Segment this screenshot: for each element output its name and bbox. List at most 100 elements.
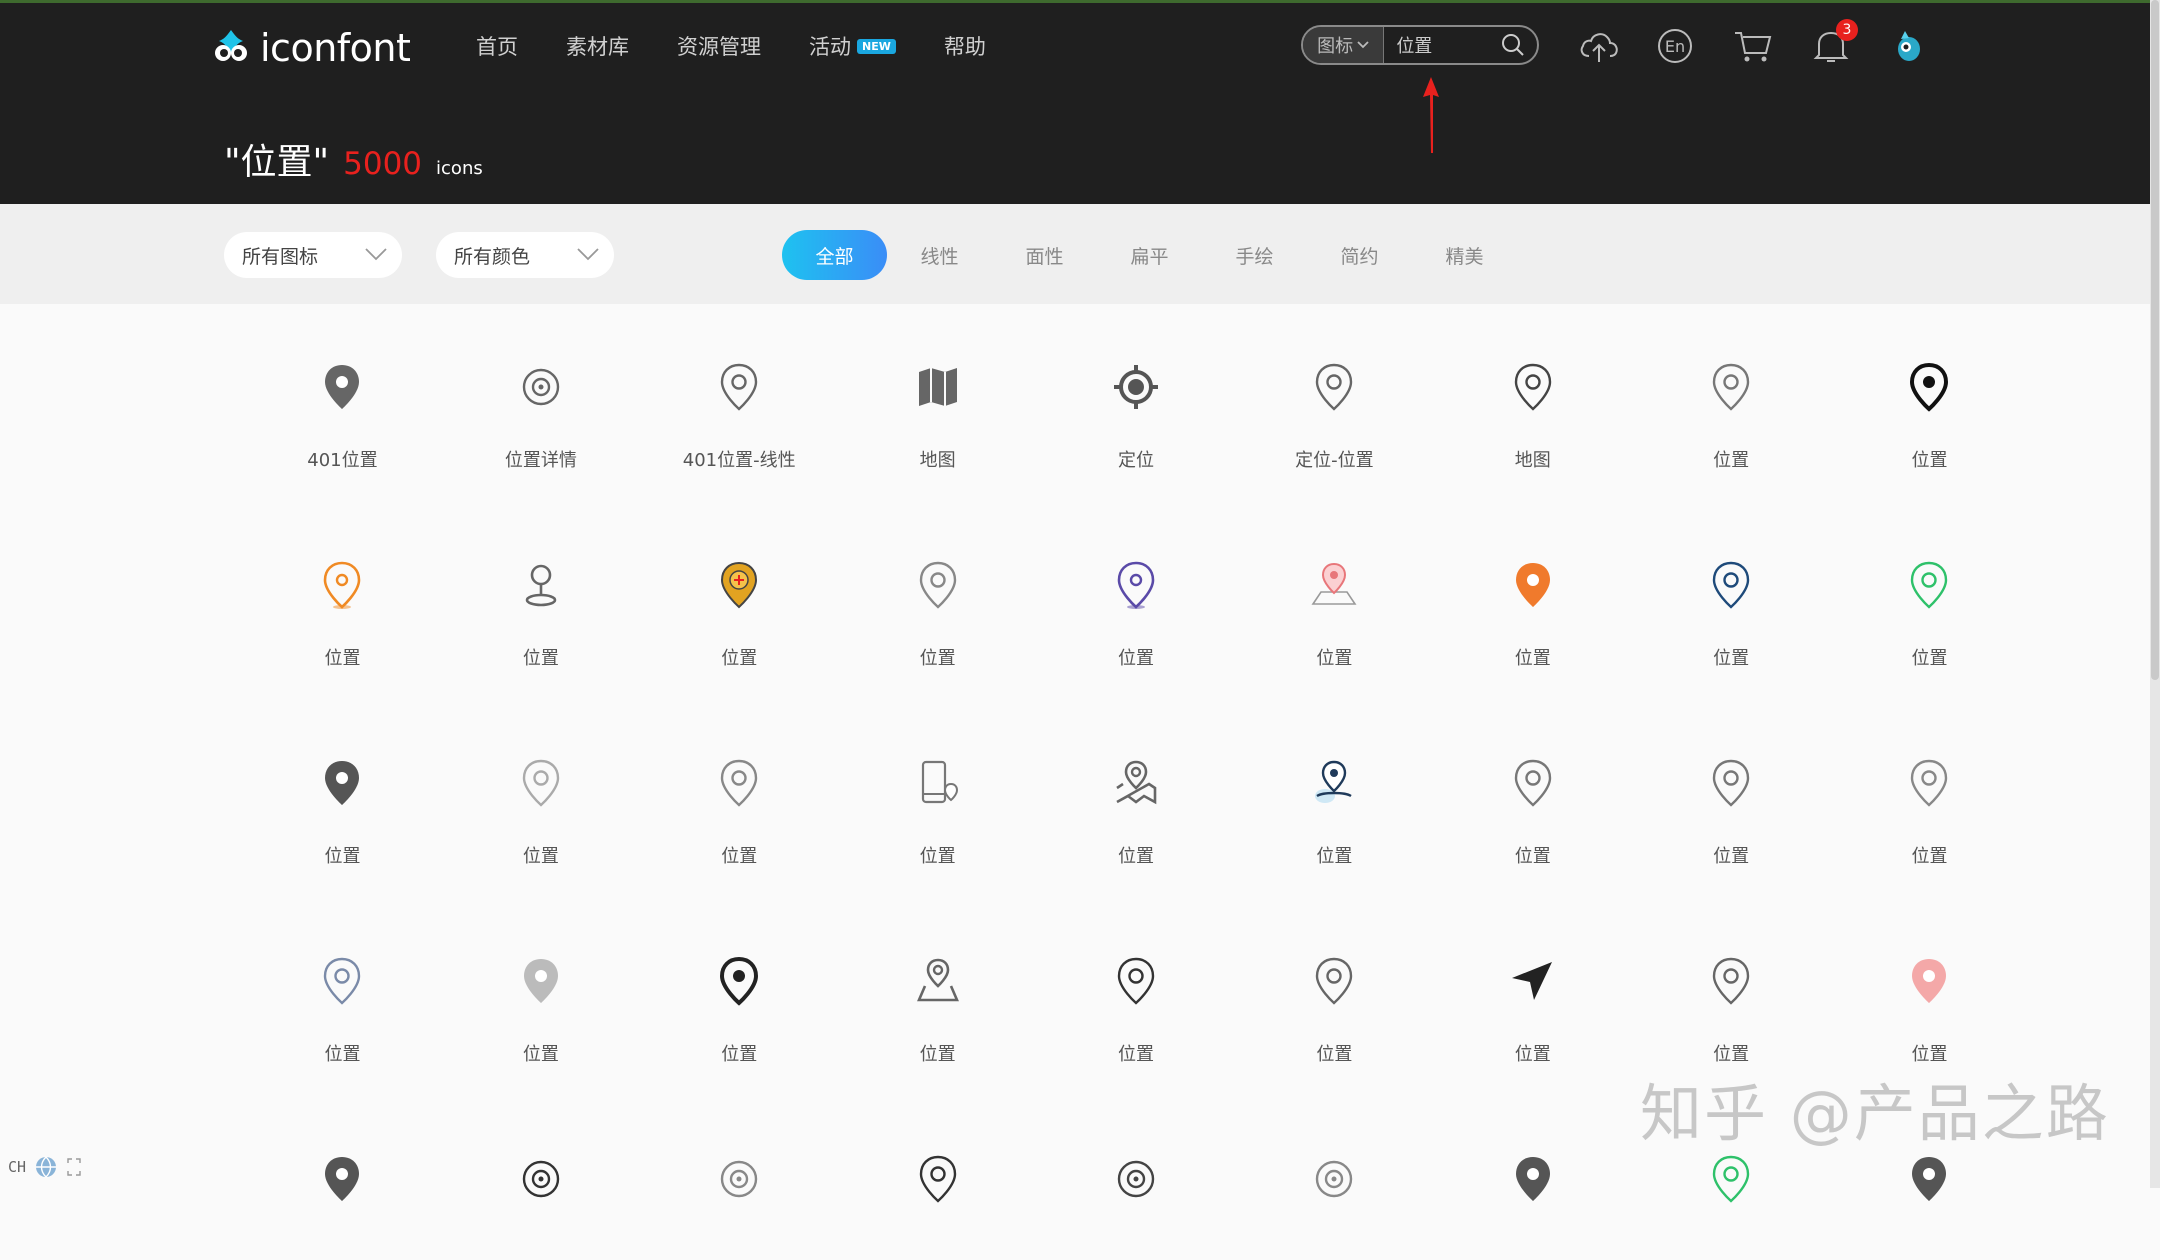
map-pin-outline-icon bbox=[1111, 956, 1161, 1006]
scrollbar-thumb[interactable] bbox=[2151, 0, 2159, 680]
icon-label: 位置 bbox=[522, 648, 559, 669]
icon-card[interactable]: 位置 bbox=[1434, 506, 1632, 669]
icon-card[interactable]: 位置 bbox=[1632, 506, 1830, 669]
icon-label: 位置 bbox=[1514, 846, 1551, 867]
icon-card[interactable]: 地图 bbox=[839, 308, 1037, 471]
ime-indicator[interactable]: CH bbox=[8, 1155, 82, 1179]
search-type-select[interactable]: 图标 bbox=[1303, 27, 1385, 63]
icon-label: 位置 bbox=[1911, 846, 1948, 867]
map-pin-outline-icon bbox=[1508, 758, 1558, 808]
icon-card[interactable]: 位置 bbox=[1830, 902, 2028, 1065]
icon-card[interactable]: 位置 bbox=[839, 704, 1037, 867]
chevron-down-icon bbox=[365, 248, 387, 261]
icon-label: 位置 bbox=[721, 846, 758, 867]
nav-resource-management[interactable]: 资源管理 bbox=[677, 31, 761, 61]
icon-card[interactable]: 位置 bbox=[1830, 506, 2028, 669]
search-query: "位置" bbox=[224, 142, 330, 183]
notification-count-badge: 3 bbox=[1836, 19, 1858, 41]
icon-card[interactable]: 位置 bbox=[442, 704, 640, 867]
icon-card[interactable]: 定位 bbox=[1037, 308, 1235, 471]
map-pin-solid-icon bbox=[516, 956, 566, 1006]
icon-card[interactable]: 位置 bbox=[1235, 704, 1433, 867]
icon-card[interactable]: 位置 bbox=[640, 506, 838, 669]
upload-cloud-icon[interactable] bbox=[1578, 25, 1620, 67]
map-pin-outline-icon bbox=[913, 560, 963, 610]
icon-card[interactable]: 位置 bbox=[1830, 308, 2028, 471]
nav-home[interactable]: 首页 bbox=[476, 31, 518, 61]
map-pin-icon bbox=[317, 560, 367, 610]
filter-bar: 所有图标 所有颜色 全部 线性 面性 扁平 手绘 简约 精美 bbox=[0, 204, 2150, 304]
tab-simple[interactable]: 简约 bbox=[1307, 230, 1412, 280]
icon-card[interactable]: 位置 bbox=[243, 704, 441, 867]
search-icon[interactable] bbox=[1498, 33, 1527, 57]
icon-card[interactable]: 位置 bbox=[1235, 506, 1433, 669]
search-input[interactable] bbox=[1384, 27, 1499, 63]
icon-card[interactable]: 位置 bbox=[1037, 704, 1235, 867]
icon-card[interactable]: 位置 bbox=[839, 902, 1037, 1065]
icon-card[interactable] bbox=[442, 1100, 640, 1260]
icon-card[interactable]: 位置 bbox=[1037, 506, 1235, 669]
icon-card[interactable] bbox=[243, 1100, 441, 1260]
nav-help[interactable]: 帮助 bbox=[944, 31, 986, 61]
tab-linear[interactable]: 线性 bbox=[887, 230, 992, 280]
icon-card[interactable]: 位置 bbox=[1434, 902, 1632, 1065]
user-avatar[interactable] bbox=[1888, 25, 1930, 67]
icon-label: 401位置 bbox=[307, 450, 378, 471]
icon-card[interactable]: 位置 bbox=[1235, 902, 1433, 1065]
icon-card[interactable]: 位置 bbox=[1037, 902, 1235, 1065]
icon-card[interactable]: 位置 bbox=[1632, 902, 1830, 1065]
icon-card[interactable]: 位置 bbox=[640, 704, 838, 867]
icon-card[interactable] bbox=[1235, 1100, 1433, 1260]
map-pin-area-icon bbox=[913, 956, 963, 1006]
language-icon[interactable]: En bbox=[1654, 25, 1696, 67]
expand-icon bbox=[67, 1158, 81, 1176]
nav-activities[interactable]: 活动 NEW bbox=[809, 31, 896, 61]
nav-material-library[interactable]: 素材库 bbox=[566, 31, 629, 61]
map-pin-outline-icon bbox=[1706, 758, 1756, 808]
icon-card[interactable]: 位置 bbox=[1632, 704, 1830, 867]
tab-filled[interactable]: 面性 bbox=[992, 230, 1097, 280]
icon-card[interactable]: 位置 bbox=[243, 902, 441, 1065]
icon-card[interactable]: 位置 bbox=[442, 902, 640, 1065]
icon-label: 定位 bbox=[1117, 450, 1154, 471]
icon-card[interactable]: 位置 bbox=[640, 902, 838, 1065]
notification-bell-icon[interactable]: 3 bbox=[1810, 19, 1858, 67]
icon-card[interactable]: 401位置-线性 bbox=[640, 308, 838, 471]
icon-card[interactable]: 位置 bbox=[1434, 704, 1632, 867]
tab-hand-drawn[interactable]: 手绘 bbox=[1202, 230, 1307, 280]
icon-type-dropdown[interactable]: 所有图标 bbox=[224, 232, 402, 278]
map-pin-outline-icon bbox=[714, 362, 764, 412]
icon-label: 位置 bbox=[1117, 648, 1154, 669]
icon-label: 定位-位置 bbox=[1295, 450, 1374, 471]
icon-card[interactable]: 位置详情 bbox=[442, 308, 640, 471]
icon-card[interactable]: 位置 bbox=[839, 506, 1037, 669]
icon-label: 位置 bbox=[522, 1044, 559, 1065]
tab-all[interactable]: 全部 bbox=[782, 230, 887, 280]
icon-card[interactable] bbox=[1434, 1100, 1632, 1260]
icon-card[interactable] bbox=[1037, 1100, 1235, 1260]
gps-locate-icon bbox=[1111, 362, 1161, 412]
icon-label: 位置 bbox=[919, 846, 956, 867]
icon-card[interactable] bbox=[640, 1100, 838, 1260]
target-pin-icon bbox=[516, 362, 566, 412]
map-pin-outline-icon bbox=[1309, 956, 1359, 1006]
color-dropdown[interactable]: 所有颜色 bbox=[436, 232, 614, 278]
map-pin-outline-icon bbox=[1508, 362, 1558, 412]
map-pin-outline-icon bbox=[1706, 956, 1756, 1006]
icon-card[interactable]: 位置 bbox=[1830, 704, 2028, 867]
icon-label: 位置 bbox=[919, 1044, 956, 1065]
icon-card[interactable]: 位置 bbox=[243, 506, 441, 669]
icon-label: 位置 bbox=[1117, 846, 1154, 867]
icon-card[interactable]: 401位置 bbox=[243, 308, 441, 471]
icon-card[interactable]: 位置 bbox=[442, 506, 640, 669]
icon-label: 位置 bbox=[522, 846, 559, 867]
icon-card[interactable]: 定位-位置 bbox=[1235, 308, 1433, 471]
tab-flat[interactable]: 扁平 bbox=[1097, 230, 1202, 280]
tab-exquisite[interactable]: 精美 bbox=[1412, 230, 1517, 280]
icon-card[interactable]: 位置 bbox=[1632, 308, 1830, 471]
icon-card[interactable] bbox=[839, 1100, 1037, 1260]
icon-card[interactable]: 地图 bbox=[1434, 308, 1632, 471]
iconfont-logo[interactable]: iconfont bbox=[210, 21, 411, 75]
cart-icon[interactable] bbox=[1732, 25, 1774, 67]
search-result-title: "位置" 5000 icons bbox=[224, 133, 483, 185]
